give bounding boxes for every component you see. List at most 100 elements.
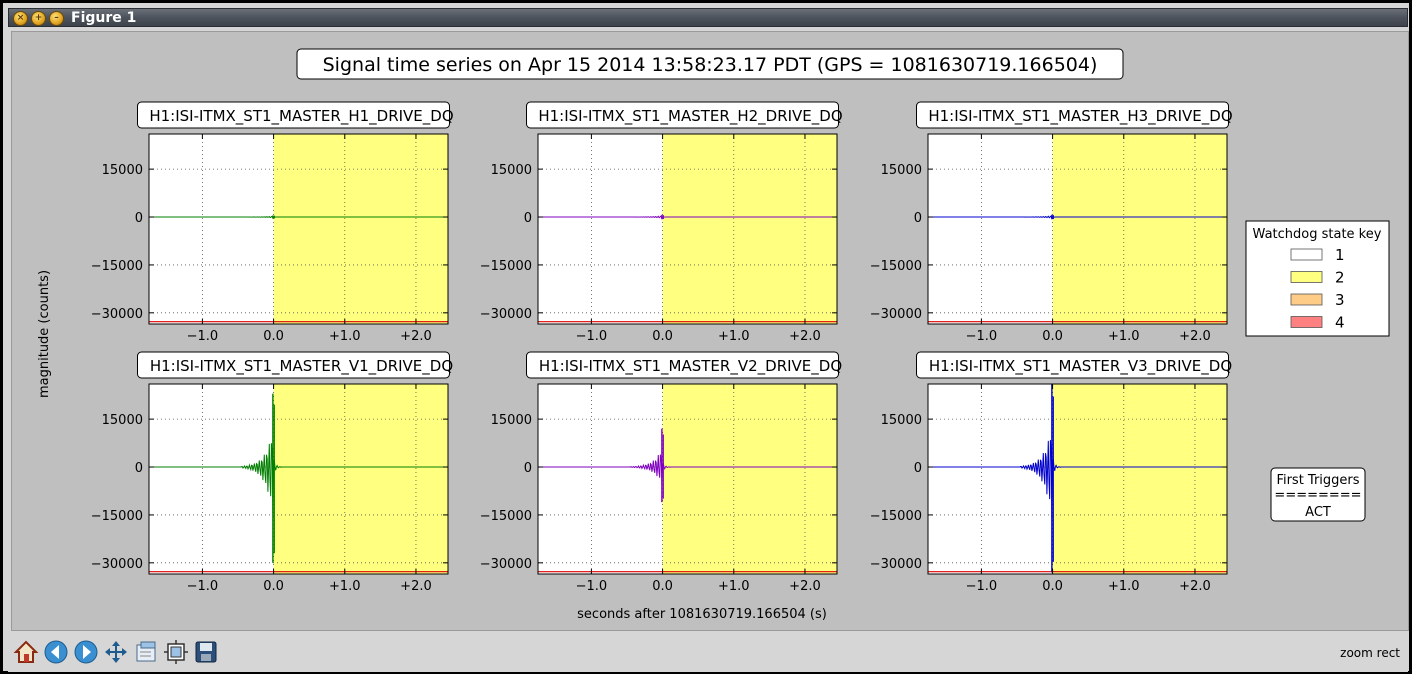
y-tick-label: 0: [135, 461, 143, 476]
x-tick-label: 0.0: [1042, 579, 1063, 594]
y-tick-label: 15000: [881, 413, 922, 428]
y-tick-label: 0: [524, 461, 532, 476]
watchdog-legend: Watchdog state key 1 2 3 4: [1245, 220, 1390, 337]
x-tick-label: 0.0: [263, 329, 284, 344]
y-axis-label: magnitude (counts): [37, 270, 52, 398]
x-tick-label: +2.0: [1179, 329, 1211, 344]
y-tick-label: −30000: [870, 307, 922, 322]
y-tick-label: −15000: [480, 259, 532, 274]
y-tick-label: 0: [135, 211, 143, 226]
x-tick-label: +2.0: [789, 579, 821, 594]
subplot-1: 15000 0 −15000 −30000 −1.0 0.0 +1.0 +2.0 H1:ISI-…: [91, 101, 454, 344]
x-tick-label: +2.0: [400, 329, 432, 344]
legend-swatch: [1290, 248, 1323, 261]
legend-swatch: [1290, 271, 1323, 283]
y-tick-label: −30000: [91, 557, 143, 572]
subplot-title: H1:ISI-ITMX_ST1_MASTER_H3_DRIVE_DQ: [928, 107, 1232, 126]
state-region: [273, 384, 448, 574]
subplot-title: H1:ISI-ITMX_ST1_MASTER_V2_DRIVE_DQ: [539, 357, 842, 376]
window-title: Figure 1: [71, 10, 137, 26]
y-tick-label: 15000: [102, 163, 143, 178]
subplot-6: 15000 0 −15000 −30000 −1.0 0.0 +1.0 +2.0 H1:ISI-…: [870, 351, 1232, 594]
legend-label: 1: [1335, 246, 1345, 264]
figure-window: × + – Figure 1 Signal time series on Apr…: [0, 0, 1412, 674]
figure-svg: Signal time series on Apr 15 2014 13:58:…: [37, 48, 1390, 622]
y-tick-label: −15000: [870, 509, 922, 524]
subplots-group: 15000 0 −15000 −30000 −1.0 0.0 +1.0 +2.0 H1:ISI-…: [91, 101, 1233, 594]
x-tick-label: +1.0: [1108, 579, 1140, 594]
forward-icon[interactable]: [73, 639, 99, 665]
x-tick-label: −1.0: [187, 579, 219, 594]
x-tick-label: −1.0: [576, 329, 608, 344]
subplot-title: H1:ISI-ITMX_ST1_MASTER_H1_DRIVE_DQ: [149, 107, 453, 126]
figure-canvas[interactable]: Signal time series on Apr 15 2014 13:58:…: [11, 31, 1409, 631]
pan-icon[interactable]: [103, 639, 129, 665]
maximize-window-button[interactable]: +: [31, 11, 46, 26]
x-tick-label: 0.0: [652, 579, 673, 594]
y-tick-label: 15000: [491, 413, 532, 428]
triggers-value: ACT: [1305, 505, 1331, 520]
x-tick-label: +2.0: [789, 329, 821, 344]
y-tick-label: 0: [914, 211, 922, 226]
x-tick-label: −1.0: [576, 579, 608, 594]
x-tick-label: +1.0: [718, 579, 750, 594]
x-tick-label: +1.0: [718, 329, 750, 344]
y-tick-label: 15000: [491, 163, 532, 178]
subplots-icon[interactable]: [163, 639, 189, 665]
y-tick-label: −15000: [480, 509, 532, 524]
x-tick-label: 0.0: [263, 579, 284, 594]
first-triggers-box: First Triggers ======== ACT: [1270, 467, 1366, 522]
x-tick-label: +2.0: [1179, 579, 1211, 594]
y-tick-label: −15000: [91, 509, 143, 524]
y-tick-label: −15000: [91, 259, 143, 274]
x-axis-label: seconds after 1081630719.166504 (s): [577, 607, 827, 622]
minimize-window-button[interactable]: –: [49, 11, 64, 26]
x-tick-label: +1.0: [329, 579, 361, 594]
legend-swatch: [1290, 293, 1323, 306]
state-region: [273, 134, 448, 324]
y-tick-label: −30000: [480, 307, 532, 322]
x-tick-label: 0.0: [652, 329, 673, 344]
home-icon[interactable]: [13, 639, 39, 665]
x-tick-label: +1.0: [329, 329, 361, 344]
subplot-2: 15000 0 −15000 −30000 −1.0 0.0 +1.0 +2.0 H1:ISI-…: [480, 101, 843, 344]
y-tick-label: 15000: [881, 163, 922, 178]
y-tick-label: 15000: [102, 413, 143, 428]
x-tick-label: −1.0: [966, 579, 998, 594]
subplot-5: 15000 0 −15000 −30000 −1.0 0.0 +1.0 +2.0 H1:ISI-…: [480, 351, 842, 594]
x-tick-label: +1.0: [1108, 329, 1140, 344]
subplot-4: 15000 0 −15000 −30000 −1.0 0.0 +1.0 +2.0 H1:ISI-…: [91, 351, 453, 594]
legend-label: 3: [1335, 291, 1345, 309]
close-window-button[interactable]: ×: [13, 11, 28, 26]
y-tick-label: −30000: [870, 557, 922, 572]
subplot-title: H1:ISI-ITMX_ST1_MASTER_V3_DRIVE_DQ: [929, 357, 1232, 376]
legend-title: Watchdog state key: [1253, 227, 1382, 242]
triggers-title: First Triggers: [1276, 473, 1359, 488]
save-icon[interactable]: [193, 639, 219, 665]
state-region: [1052, 384, 1227, 574]
toolbar-status: zoom rect: [1340, 646, 1400, 660]
x-tick-label: −1.0: [187, 329, 219, 344]
state-region: [662, 134, 837, 324]
figure-title: Signal time series on Apr 15 2014 13:58:…: [323, 54, 1098, 76]
x-tick-label: 0.0: [1042, 329, 1063, 344]
zoom-icon[interactable]: [133, 639, 159, 665]
y-tick-label: −30000: [91, 307, 143, 322]
subplot-3: 15000 0 −15000 −30000 −1.0 0.0 +1.0 +2.0 H1:ISI-…: [870, 101, 1233, 344]
y-tick-label: −30000: [480, 557, 532, 572]
state-region: [662, 384, 837, 574]
y-tick-label: −15000: [870, 259, 922, 274]
state-region: [1052, 134, 1227, 324]
y-tick-label: 0: [524, 211, 532, 226]
title-bar: × + – Figure 1: [8, 8, 1408, 27]
back-icon[interactable]: [43, 639, 69, 665]
legend-label: 2: [1335, 269, 1345, 287]
subplot-title: H1:ISI-ITMX_ST1_MASTER_H2_DRIVE_DQ: [538, 107, 842, 126]
subplot-title: H1:ISI-ITMX_ST1_MASTER_V1_DRIVE_DQ: [150, 357, 453, 376]
y-tick-label: 0: [914, 461, 922, 476]
triggers-separator: ========: [1274, 488, 1361, 503]
navigation-toolbar: zoom rect: [8, 636, 1408, 672]
x-tick-label: −1.0: [966, 329, 998, 344]
legend-swatch: [1290, 316, 1323, 328]
x-tick-label: +2.0: [400, 579, 432, 594]
